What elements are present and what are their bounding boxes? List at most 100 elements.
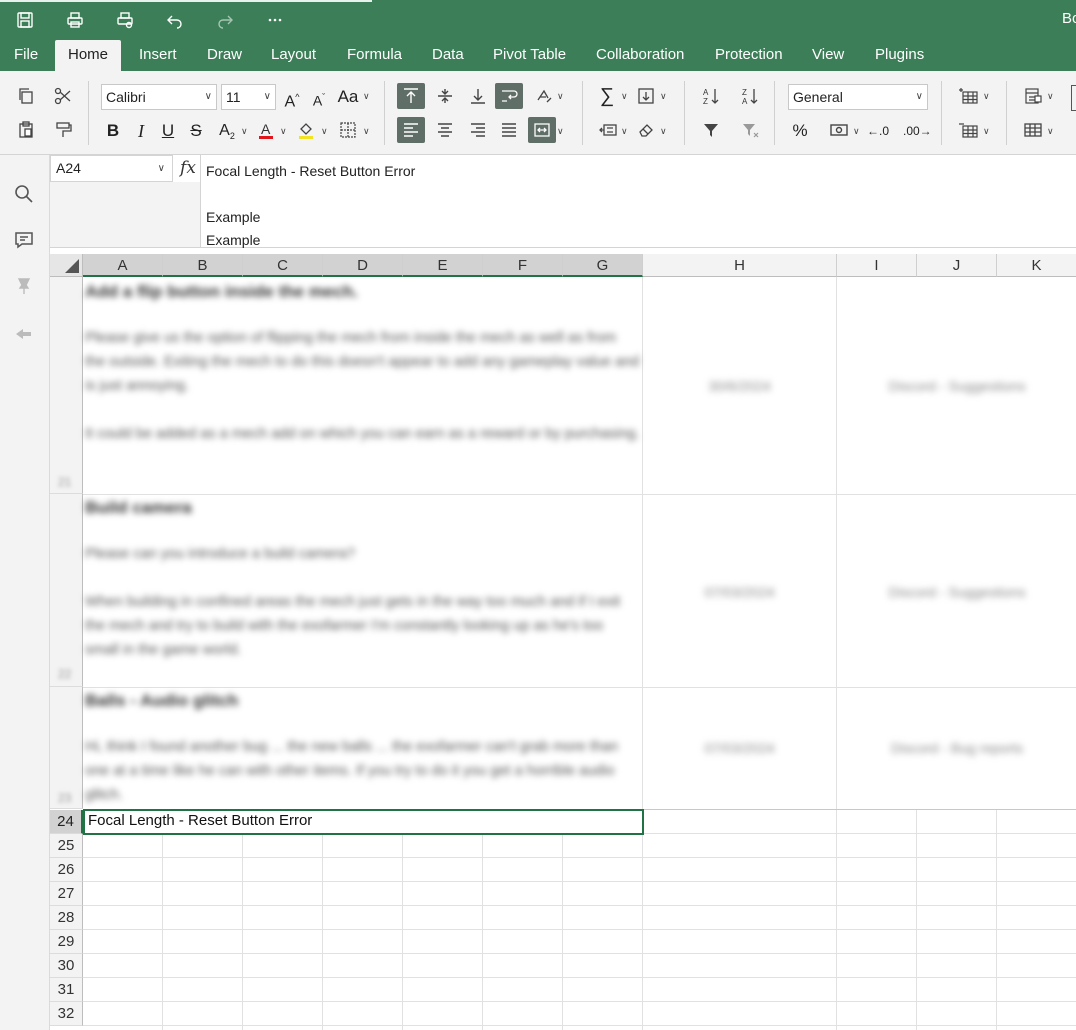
row-header-23[interactable]: 23 [50,687,83,809]
row-header-27[interactable]: 27 [50,882,83,906]
row-header-24[interactable]: 24 [50,810,83,834]
row-header-30[interactable]: 30 [50,954,83,978]
conditional-format-icon[interactable] [1019,83,1047,109]
align-top-icon[interactable] [397,83,425,109]
cell-i21[interactable]: Discord - Suggestions [837,378,1076,394]
bold-button[interactable]: B [103,118,123,144]
align-left-icon[interactable] [397,117,425,143]
indent-icon[interactable] [594,117,622,143]
fill-icon[interactable] [632,83,660,109]
fx-icon[interactable]: fx [176,155,200,182]
column-header-h[interactable]: H [643,254,837,277]
decrease-decimal-icon[interactable]: ←.0 [866,118,890,144]
strikethrough-button[interactable]: S [186,118,206,144]
menu-data[interactable]: Data [432,40,464,71]
currency-icon[interactable] [825,117,853,143]
menu-plugins[interactable]: Plugins [875,40,924,71]
cell-a23[interactable]: Balls - Audio glitch Hi, think I found a… [85,691,640,808]
merge-cells-icon[interactable] [528,117,556,143]
select-all-button[interactable] [50,254,83,277]
column-header-g[interactable]: G [563,254,643,277]
cell-h23[interactable]: 07/03/2024 [643,740,836,756]
delete-cells-icon[interactable] [955,117,983,143]
format-painter-icon[interactable] [49,117,77,143]
cell-a22[interactable]: Build camera Please can you introduce a … [85,498,640,686]
pin-icon[interactable] [13,275,37,299]
font-color-icon[interactable]: A [252,117,280,143]
autosum-icon[interactable]: ∑ [596,83,618,109]
font-size-select[interactable]: 11 ∨ [221,84,276,110]
column-header-e[interactable]: E [403,254,483,277]
row-header-25[interactable]: 25 [50,834,83,858]
paste-icon[interactable] [12,117,40,143]
comment-icon[interactable] [13,229,37,253]
clear-filter-icon[interactable] [736,117,764,143]
menu-layout[interactable]: Layout [271,40,316,71]
column-header-j[interactable]: J [917,254,997,277]
menu-formula[interactable]: Formula [347,40,402,71]
column-header-k[interactable]: K [997,254,1076,277]
column-header-c[interactable]: C [243,254,323,277]
fill-color-icon[interactable] [292,117,320,143]
align-bottom-icon[interactable] [464,83,492,109]
number-format-select[interactable]: General ∨ [788,84,928,110]
spreadsheet-grid[interactable]: A B C D E F G H I J K 21 22 23 Add a fli… [50,254,1076,1030]
row-header-31[interactable]: 31 [50,978,83,1002]
underline-button[interactable]: U [158,118,178,144]
copy-icon[interactable] [12,83,40,109]
percent-button[interactable]: % [790,118,810,144]
borders-icon[interactable] [334,117,362,143]
row-header-29[interactable]: 29 [50,930,83,954]
change-case-icon[interactable]: Aa [336,84,360,110]
column-header-d[interactable]: D [323,254,403,277]
undo-icon[interactable] [158,0,192,40]
active-cell-a24[interactable]: Focal Length - Reset Button Error [83,809,644,835]
row-header-32[interactable]: 32 [50,1002,83,1026]
more-icon[interactable] [258,0,292,40]
redo-icon[interactable] [208,0,242,40]
wrap-text-icon[interactable] [495,83,523,109]
cut-icon[interactable] [49,83,77,109]
decrease-font-icon[interactable]: Aˇ [309,84,329,110]
column-header-a[interactable]: A [83,254,163,277]
align-right-icon[interactable] [464,117,492,143]
name-box[interactable]: A24 ∨ [50,155,173,182]
cell-i23[interactable]: Discord - Bug reports [837,740,1076,756]
italic-button[interactable]: I [131,118,151,144]
menu-home[interactable]: Home [55,40,122,71]
justify-icon[interactable] [495,117,523,143]
cell-a21[interactable]: Add a flip button inside the mech. Pleas… [85,282,640,492]
font-name-select[interactable]: Calibri ∨ [101,84,217,110]
save-icon[interactable] [8,0,42,40]
format-as-table-icon[interactable] [1019,117,1047,143]
sort-ascending-icon[interactable]: AZ [697,83,725,109]
clear-icon[interactable] [632,117,660,143]
menu-view[interactable]: View [812,40,844,71]
increase-font-icon[interactable]: A^ [282,84,302,110]
column-header-i[interactable]: I [837,254,917,277]
search-icon[interactable] [13,183,37,207]
cell-i22[interactable]: Discord - Suggestions [837,584,1076,600]
cell-h21[interactable]: 30/6/2024 [643,378,836,394]
text-orientation-icon[interactable] [530,83,558,109]
row-header-26[interactable]: 26 [50,858,83,882]
align-center-icon[interactable] [431,117,459,143]
subscript-icon[interactable]: A2 [213,118,241,144]
cell-h22[interactable]: 07/03/2024 [643,584,836,600]
print-icon[interactable] [58,0,92,40]
row-header-28[interactable]: 28 [50,906,83,930]
row-header-22[interactable]: 22 [50,494,83,687]
menu-collaboration[interactable]: Collaboration [596,40,684,71]
share-icon[interactable] [13,323,37,347]
sort-descending-icon[interactable]: ZA [736,83,764,109]
align-middle-icon[interactable] [431,83,459,109]
row-header-21[interactable]: 21 [50,277,83,494]
insert-cells-icon[interactable] [955,83,983,109]
column-header-f[interactable]: F [483,254,563,277]
increase-decimal-icon[interactable]: .00→ [903,118,932,144]
formula-input[interactable]: Focal Length - Reset Button Error Exampl… [200,155,1076,248]
print-preview-icon[interactable] [108,0,142,40]
menu-draw[interactable]: Draw [207,40,242,71]
menu-insert[interactable]: Insert [139,40,177,71]
column-header-b[interactable]: B [163,254,243,277]
